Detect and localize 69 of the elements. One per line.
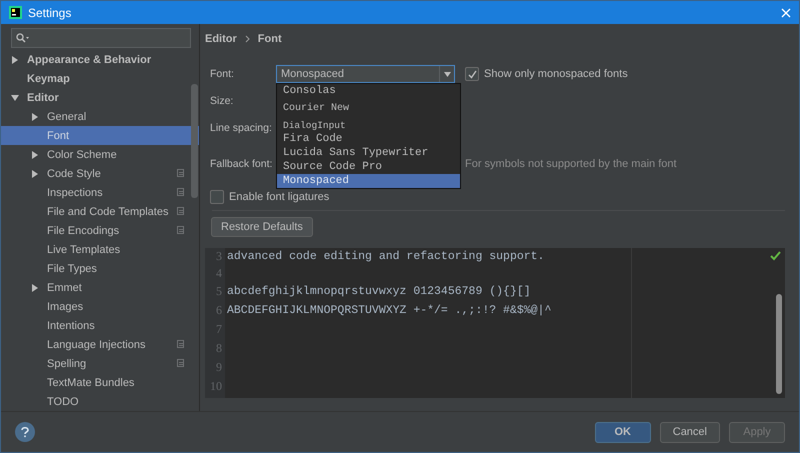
sidebar-item[interactable]: Intentions	[47, 320, 185, 332]
check-icon	[770, 251, 781, 262]
window-title: Settings	[28, 6, 72, 20]
sidebar-item[interactable]: File and Code Templates	[47, 206, 177, 218]
checkbox-label: Enable font ligatures	[229, 191, 330, 203]
checkbox-label: Show only monospaced fonts	[484, 68, 628, 80]
sidebar-item[interactable]: Language Injections	[47, 338, 177, 350]
scrollbar-thumb[interactable]	[191, 84, 198, 198]
sidebar-item[interactable]: File Types	[47, 262, 185, 274]
sidebar-item[interactable]: Keymap	[27, 72, 185, 84]
sidebar-item[interactable]: Color Scheme	[47, 148, 185, 160]
dropdown-option[interactable]: DialogInput	[277, 118, 460, 132]
copy-icon	[177, 169, 185, 178]
sidebar-item[interactable]: TextMate Bundles	[47, 376, 185, 388]
search-field[interactable]	[11, 28, 191, 48]
copy-icon	[177, 359, 185, 368]
chevron-icon	[244, 35, 250, 43]
close-icon[interactable]	[781, 8, 791, 18]
dropdown-option[interactable]: Source Code Pro	[277, 160, 460, 174]
cancel-button[interactable]: Cancel	[660, 422, 720, 442]
breadcrumb-item: Font	[258, 33, 282, 45]
code-line: ABCDEFGHIJKLMNOPQRSTUVWXYZ +-*/= .,;:!? #&$%@|^	[227, 304, 552, 317]
ok-button[interactable]: OK	[594, 422, 651, 442]
sidebar-item[interactable]: Editor	[27, 92, 185, 104]
app-logo-icon	[9, 6, 22, 19]
hint-text: For symbols not supported by the main font	[465, 158, 677, 170]
copy-icon	[177, 340, 185, 349]
copy-icon	[177, 226, 185, 235]
collapsed-arrow-icon[interactable]	[31, 112, 39, 120]
code-line: advanced code editing and refactoring support.	[227, 250, 544, 263]
collapsed-arrow-icon[interactable]	[31, 170, 39, 178]
sidebar-item[interactable]: Code Style	[47, 168, 177, 180]
sidebar-item[interactable]: Emmet	[47, 282, 185, 294]
font-dropdown[interactable]: Monospaced	[276, 65, 455, 83]
sidebar-item[interactable]: Appearance & Behavior	[27, 54, 185, 66]
field-label: Fallback font:	[210, 158, 274, 170]
collapsed-arrow-icon[interactable]	[31, 150, 39, 158]
breadcrumb-item: Editor	[205, 33, 237, 45]
dropdown-arrow-icon	[444, 72, 450, 76]
dropdown-option[interactable]: Courier New	[277, 98, 460, 118]
help-button[interactable]	[15, 422, 35, 442]
collapsed-arrow-icon[interactable]	[11, 56, 19, 64]
sidebar-item[interactable]: TODO	[47, 396, 185, 408]
field-label: Size:	[210, 95, 234, 107]
dropdown-option[interactable]: Consolas	[277, 84, 460, 98]
checkbox[interactable]	[210, 190, 224, 204]
dropdown-option[interactable]: Fira Code	[277, 132, 460, 146]
field-label: Line spacing:	[210, 122, 273, 134]
sidebar-item[interactable]: General	[47, 110, 185, 122]
code-line: abcdefghijklmnopqrstuvwxyz 0123456789 (){}[]	[227, 285, 531, 298]
dropdown-option[interactable]: Monospaced	[277, 174, 460, 188]
sidebar-item[interactable]: Spelling	[47, 358, 177, 370]
field-label: Font:	[210, 68, 235, 80]
sidebar-item[interactable]: Images	[47, 300, 185, 312]
restore-defaults-button[interactable]: Restore Defaults	[211, 217, 313, 237]
copy-icon	[177, 188, 185, 197]
check-icon	[468, 70, 476, 78]
scrollbar-thumb[interactable]	[776, 294, 782, 394]
checkbox[interactable]	[465, 67, 479, 81]
sidebar-item[interactable]: Inspections	[47, 186, 177, 198]
sidebar-item[interactable]: Live Templates	[47, 244, 185, 256]
search-icon	[16, 33, 30, 43]
question-mark-icon	[21, 426, 29, 438]
copy-icon	[177, 207, 185, 216]
collapsed-arrow-icon[interactable]	[31, 284, 39, 292]
sidebar-item[interactable]: File Encodings	[47, 224, 177, 236]
dropdown-option[interactable]: Lucida Sans Typewriter	[277, 146, 460, 160]
selected-sidebar-item[interactable]: Font	[1, 126, 199, 145]
expanded-arrow-icon[interactable]	[11, 94, 19, 102]
